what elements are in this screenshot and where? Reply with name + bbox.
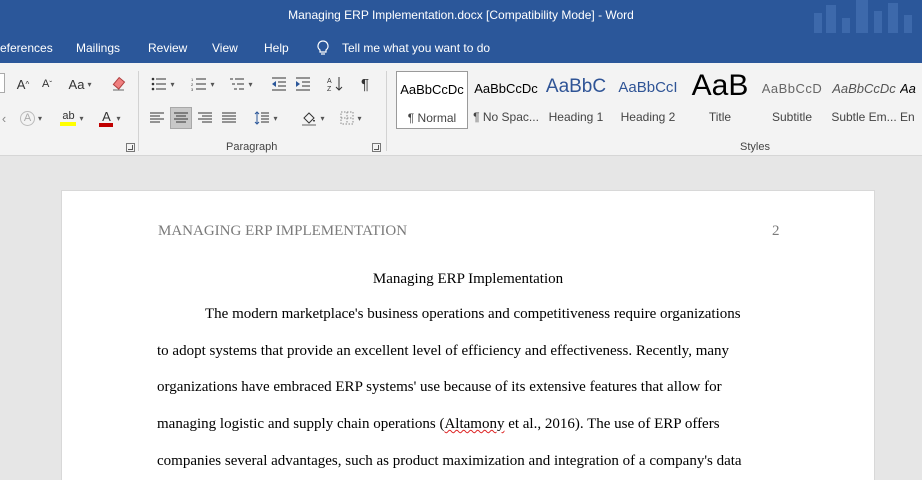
chevron-down-icon: ▾ [357, 113, 362, 123]
style-emphasis[interactable]: Aa En [900, 71, 922, 129]
highlight-button[interactable]: ab ▾ [54, 107, 90, 129]
align-center-icon [174, 112, 188, 123]
chevron-down-icon: ▾ [210, 79, 215, 89]
text-effects-button[interactable]: A ▾ [16, 107, 46, 129]
style-title[interactable]: AaB Title [684, 69, 756, 129]
show-formatting-button[interactable]: ¶ [354, 73, 376, 95]
body-line: companies several advantages, such as pr… [157, 453, 742, 469]
tab-mailings[interactable]: Mailings [76, 41, 120, 55]
shading-button[interactable]: ▾ [296, 107, 330, 129]
group-separator [386, 71, 387, 151]
decrease-indent-button[interactable] [268, 73, 290, 95]
borders-icon [340, 111, 354, 125]
eraser-icon [112, 76, 126, 91]
body-line: managing logistic and supply chain opera… [157, 416, 720, 432]
group-separator [138, 71, 139, 151]
tell-me-text: Tell me what you want to do [342, 41, 491, 55]
style-no-spacing[interactable]: AaBbCcDc ¶ No Spac... [470, 71, 542, 129]
svg-text:A: A [327, 78, 332, 85]
tab-help[interactable]: Help [264, 41, 289, 55]
bullets-button[interactable]: ▾ [146, 73, 180, 95]
align-left-button[interactable] [146, 107, 168, 129]
chevron-down-icon: ▾ [116, 113, 121, 123]
title-bar-pattern [812, 0, 922, 33]
pilcrow-icon: ¶ [360, 75, 370, 93]
ribbon: A ^ Aˇ Aa ▾ ‹ A ▾ ab ▾ A ▾ ▾ 1 2 3 ▾ ▾ AZ ¶ [0, 63, 922, 156]
font-dialog-launcher[interactable] [126, 143, 135, 152]
clear-formatting-button[interactable] [108, 73, 130, 95]
tab-review[interactable]: Review [148, 41, 187, 55]
bullets-icon [152, 77, 167, 91]
chevron-down-icon: ▾ [170, 79, 175, 89]
increase-indent-icon [296, 77, 310, 91]
document-heading: Managing ERP Implementation [372, 271, 564, 287]
align-left-icon [150, 112, 164, 123]
tab-references[interactable]: eferences [0, 41, 53, 55]
font-color-swatch [99, 122, 114, 127]
misspelled-word: Altamony [444, 416, 505, 432]
partial-icon: ‹ [1, 110, 7, 126]
numbering-icon: 123 [191, 77, 207, 91]
paragraph-group-label: Paragraph [226, 141, 278, 153]
running-head: MANAGING ERP IMPLEMENTATION [158, 223, 408, 239]
decrease-indent-icon [272, 77, 286, 91]
chevron-down-icon: ▾ [320, 113, 325, 123]
body-line: organizations have embraced ERP systems'… [157, 379, 722, 395]
grow-font-button[interactable]: A ^ [12, 73, 34, 95]
style-normal[interactable]: AaBbCcDc ¶ Normal [396, 71, 468, 129]
page-number: 2 [772, 223, 780, 239]
numbering-button[interactable]: 1 2 3 ▾ [186, 73, 220, 95]
body-line: to adopt systems that provide an excelle… [157, 343, 730, 359]
chevron-down-icon: ▾ [37, 113, 42, 123]
style-heading-2[interactable]: AaBbCcI Heading 2 [612, 71, 684, 129]
ribbon-tabs: eferences Mailings Review View Help Tell… [0, 33, 922, 63]
line-spacing-icon [255, 111, 270, 125]
document-page[interactable]: MANAGING ERP IMPLEMENTATION 2 Managing E… [61, 190, 875, 480]
center-button[interactable] [170, 107, 192, 129]
paint-bucket-icon [302, 112, 317, 126]
sort-icon: AZ [327, 77, 343, 92]
body-line: The modern marketplace's business operat… [205, 306, 741, 322]
align-right-icon [198, 112, 212, 123]
title-bar: Managing ERP Implementation.docx [Compat… [0, 0, 922, 33]
sort-button[interactable]: AZ [324, 73, 346, 95]
window-title: Managing ERP Implementation.docx [Compat… [288, 8, 634, 22]
svg-text:3: 3 [191, 87, 194, 91]
shrink-font-button[interactable]: Aˇ [36, 73, 58, 95]
multilevel-list-icon [230, 78, 245, 90]
tell-me-box[interactable]: Tell me what you want to do [316, 39, 490, 57]
lightbulb-icon [317, 40, 329, 55]
chevron-down-icon: ▾ [79, 113, 84, 123]
svg-text:Z: Z [327, 86, 332, 92]
style-heading-1[interactable]: AaBbC Heading 1 [540, 71, 612, 129]
align-right-button[interactable] [194, 107, 216, 129]
paragraph-dialog-launcher[interactable] [372, 143, 381, 152]
change-case-button[interactable]: Aa ▾ [64, 73, 96, 95]
multilevel-list-button[interactable]: ▾ [224, 73, 258, 95]
styles-gallery: AaBbCcDc ¶ Normal AaBbCcDc ¶ No Spac... … [394, 69, 922, 129]
chevron-down-icon: ▾ [87, 79, 92, 89]
chevron-down-icon: ▾ [273, 113, 278, 123]
increase-indent-button[interactable] [292, 73, 314, 95]
style-subtitle[interactable]: AaBbCcD Subtitle [756, 71, 828, 129]
borders-button[interactable]: ▾ [334, 107, 368, 129]
highlighter-icon: ab [60, 110, 77, 126]
tab-view[interactable]: View [212, 41, 238, 55]
font-color-button[interactable]: A ▾ [94, 107, 126, 129]
styles-group-label: Styles [740, 141, 770, 153]
line-spacing-button[interactable]: ▾ [250, 107, 282, 129]
chevron-down-icon: ▾ [248, 79, 253, 89]
justify-icon [222, 112, 236, 123]
style-subtle-emphasis[interactable]: AaBbCcDc Subtle Em... [828, 71, 900, 129]
font-size-box[interactable] [0, 73, 5, 93]
justify-button[interactable] [218, 107, 240, 129]
